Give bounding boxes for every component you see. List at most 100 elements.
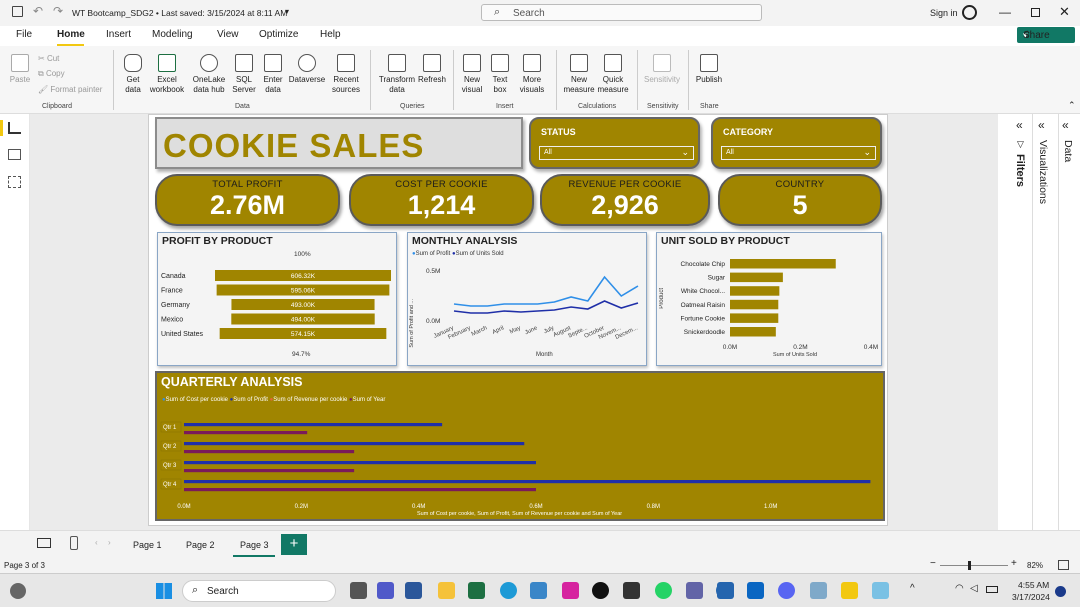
next-page-icon[interactable]: › xyxy=(108,538,111,547)
visualizations-pane-label[interactable]: Visualizations xyxy=(1037,140,1049,204)
model-view-icon[interactable] xyxy=(8,176,21,188)
page-tab-2[interactable]: Page 2 xyxy=(186,540,215,550)
x-icon[interactable] xyxy=(592,582,609,599)
report-view-icon[interactable] xyxy=(8,122,21,134)
zoom-out-icon[interactable]: − xyxy=(930,558,936,569)
windows-start-icon[interactable] xyxy=(156,583,172,599)
enter-data-button[interactable]: Enter data xyxy=(259,54,287,95)
database-app-icon[interactable] xyxy=(810,582,827,599)
zoom-handle[interactable] xyxy=(968,561,971,570)
excel-button[interactable]: Excel workbook xyxy=(148,54,186,95)
discord-icon[interactable] xyxy=(778,582,795,599)
clock-date[interactable]: 3/17/2024 xyxy=(1012,592,1050,602)
teams-icon[interactable] xyxy=(377,582,394,599)
weather-icon[interactable] xyxy=(10,583,26,599)
share-button[interactable]: ⇪ Share ▾ xyxy=(1017,27,1075,43)
category-dropdown[interactable]: All ⌄ xyxy=(721,146,876,160)
collapse-filters-icon[interactable]: « xyxy=(1016,118,1023,132)
search-box[interactable]: ⌕ Search xyxy=(481,4,762,21)
paste-button[interactable]: Paste xyxy=(8,54,32,85)
collapse-ribbon-icon[interactable]: ⌃ xyxy=(1068,100,1076,111)
collapse-data-icon[interactable]: « xyxy=(1062,118,1069,132)
status-slicer[interactable]: STATUS All ⌄ xyxy=(529,117,700,169)
sensitivity-button[interactable]: Sensitivity xyxy=(641,54,683,85)
whatsapp-icon[interactable] xyxy=(655,582,672,599)
unit-sold-by-product-chart[interactable]: UNIT SOLD BY PRODUCT Chocolate Chip Sugar… xyxy=(656,232,882,366)
tray-chevron-icon[interactable]: ^ xyxy=(910,583,915,594)
word-icon[interactable] xyxy=(405,582,422,599)
dataverse-button[interactable]: Dataverse xyxy=(287,54,327,85)
zoom-slider[interactable] xyxy=(940,565,1008,566)
more-visuals-button[interactable]: More visuals xyxy=(515,54,549,95)
category-slicer-title: CATEGORY xyxy=(723,127,774,137)
profit-by-product-chart[interactable]: PROFIT BY PRODUCT 100% 94.7% Canada 606.3… xyxy=(157,232,397,366)
snip-icon[interactable] xyxy=(872,582,889,599)
copy-button[interactable]: ⧉ Copy xyxy=(38,69,65,79)
file-explorer-icon[interactable] xyxy=(438,582,455,599)
volume-icon[interactable]: ◁ xyxy=(970,583,978,594)
redo-icon[interactable]: ↷ xyxy=(53,4,63,18)
title-dropdown-icon[interactable]: ▾ xyxy=(285,7,289,16)
excel-icon[interactable] xyxy=(468,582,485,599)
document-title[interactable]: WT Bootcamp_SDG2 • Last saved: 3/15/2024… xyxy=(72,8,287,18)
table-view-icon[interactable] xyxy=(8,149,21,160)
refresh-button[interactable]: Refresh xyxy=(417,54,447,85)
get-data-button[interactable]: Get data xyxy=(118,54,148,95)
new-visual-button[interactable]: New visual xyxy=(460,54,484,95)
prev-page-icon[interactable]: ‹ xyxy=(95,538,98,547)
publish-button[interactable]: Publish xyxy=(692,54,726,85)
category-slicer[interactable]: CATEGORY All ⌄ xyxy=(711,117,882,169)
recent-sources-button[interactable]: Recent sources xyxy=(328,54,364,95)
quick-measure-button[interactable]: Quick measure xyxy=(596,54,630,95)
page-tab-1[interactable]: Page 1 xyxy=(133,540,162,550)
power-bi-icon[interactable] xyxy=(841,582,858,599)
menu-modeling[interactable]: Modeling xyxy=(152,29,193,40)
collapse-visualizations-icon[interactable]: « xyxy=(1038,118,1045,132)
mobile-view-icon[interactable] xyxy=(70,536,78,550)
edge-icon[interactable] xyxy=(500,582,517,599)
format-painter-button[interactable]: 🖌 Format painter xyxy=(38,85,102,95)
monthly-analysis-chart[interactable]: MONTHLY ANALYSIS ●Sum of Profit ●Sum of … xyxy=(407,232,647,366)
fit-page-icon[interactable] xyxy=(1058,560,1069,570)
sql-server-button[interactable]: SQL Server xyxy=(231,54,257,95)
quarterly-analysis-chart[interactable]: QUARTERLY ANALYSIS ●Sum of Cost per cook… xyxy=(155,371,885,521)
menu-home[interactable]: Home xyxy=(57,29,85,40)
sign-in-link[interactable]: Sign in xyxy=(930,8,958,18)
cut-button[interactable]: ✂ Cut xyxy=(38,54,59,64)
notification-badge[interactable] xyxy=(1055,586,1066,597)
instagram-icon[interactable] xyxy=(562,582,579,599)
w-app-icon[interactable] xyxy=(623,582,640,599)
menu-help[interactable]: Help xyxy=(320,29,341,40)
menu-file[interactable]: File xyxy=(16,29,32,40)
battery-icon[interactable] xyxy=(986,586,998,593)
task-view-icon[interactable] xyxy=(350,582,367,599)
transform-data-button[interactable]: Transform data xyxy=(377,54,417,95)
settings-icon[interactable] xyxy=(717,582,734,599)
restore-icon[interactable] xyxy=(1031,8,1040,17)
taskbar-search[interactable]: ⌕ Search xyxy=(182,580,336,602)
wifi-icon[interactable]: ◠ xyxy=(955,583,964,594)
data-pane-label[interactable]: Data xyxy=(1062,140,1074,162)
close-icon[interactable]: ✕ xyxy=(1059,4,1070,20)
menu-view[interactable]: View xyxy=(217,29,239,40)
add-page-button[interactable]: + xyxy=(281,534,307,555)
filters-pane-label[interactable]: Filters xyxy=(1014,154,1026,187)
store-icon[interactable] xyxy=(530,582,547,599)
desktop-view-icon[interactable] xyxy=(37,538,51,548)
text-box-button[interactable]: Text box xyxy=(488,54,512,95)
avatar-icon[interactable] xyxy=(962,5,977,20)
menu-insert[interactable]: Insert xyxy=(106,29,131,40)
save-icon[interactable] xyxy=(12,6,23,17)
new-measure-button[interactable]: New measure xyxy=(562,54,596,95)
clock-time[interactable]: 4:55 AM xyxy=(1018,580,1049,590)
undo-icon[interactable]: ↶ xyxy=(33,4,43,18)
zoom-level[interactable]: 82% xyxy=(1027,561,1043,570)
teams-chat-icon[interactable] xyxy=(686,582,703,599)
zoom-in-icon[interactable]: + xyxy=(1011,558,1017,569)
minimize-icon[interactable]: — xyxy=(999,5,1011,19)
onelake-button[interactable]: OneLake data hub xyxy=(188,54,230,95)
menu-optimize[interactable]: Optimize xyxy=(259,29,298,40)
page-tab-3[interactable]: Page 3 xyxy=(240,540,269,550)
status-dropdown[interactable]: All ⌄ xyxy=(539,146,694,160)
linkedin-icon[interactable] xyxy=(747,582,764,599)
